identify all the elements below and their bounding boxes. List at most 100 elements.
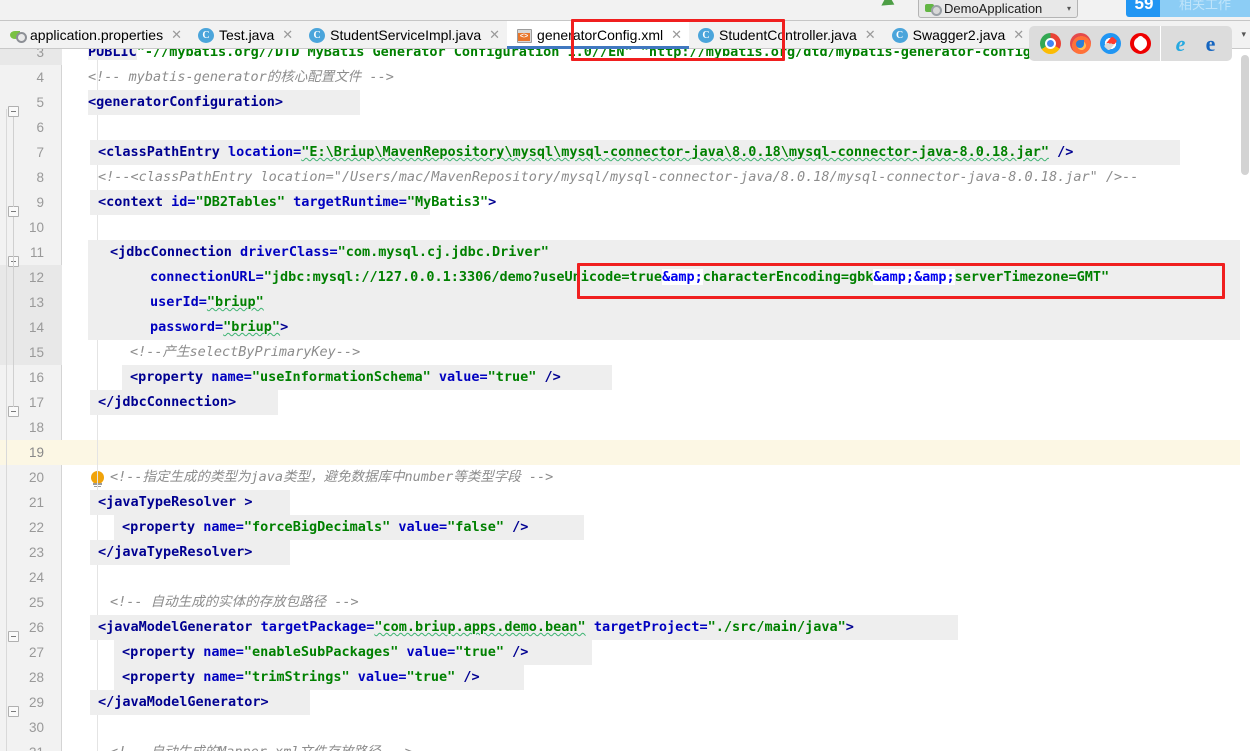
tab-test-java[interactable]: C Test.java ✕ [189,21,300,49]
run-config-label: DemoApplication [944,1,1043,16]
code-token: password= [150,319,224,335]
code-token: name= [203,669,244,685]
code-token: <javaTypeResolver [98,494,245,510]
code-token: "forceBigDecimals" [243,519,391,535]
line-number: 3 [36,49,44,60]
open-in-browser-toolbar[interactable]: e e [1029,26,1232,61]
fold-marker-line-29[interactable] [8,706,19,717]
code-token: "enableSubPackages" [243,644,399,660]
code-token: "briup" [223,319,281,335]
code-line-27: <property name="enableSubPackages" value… [88,640,1250,665]
code-token: <property [122,519,204,535]
chrome-icon[interactable] [1040,33,1061,54]
code-token: <!-- 自动生成的实体的存放包路径 --> [110,594,359,610]
code-token: "MyBatis3" [406,194,489,210]
code-token: value= [390,519,448,535]
code-token: <jdbcConnection [110,244,241,260]
notification-badge[interactable]: 59 [1126,0,1162,17]
tab-student-service-impl-java[interactable]: C StudentServiceImpl.java ✕ [300,21,507,49]
opera-icon[interactable] [1130,33,1151,54]
code-token: /> [536,369,561,385]
edge-icon[interactable]: e [1200,33,1221,55]
code-line-13: userId="briup" [88,290,1250,315]
code-token: <classPathEntry [98,144,229,160]
tab-close-icon[interactable]: ✕ [865,27,876,43]
line-number: 4 [36,70,44,85]
code-token: <!-- 自动生成的Mapper.xml文件存放路径 --> [110,744,413,751]
code-line-9: <context id="DB2Tables" targetRuntime="M… [88,190,1250,215]
gutter-divider [6,109,7,751]
idea-editor-window: DemoApplication ▾ 59 相关工作 application.pr… [0,0,1250,751]
code-token: "useInformationSchema" [251,369,431,385]
code-line-5: <generatorConfiguration> [88,90,1250,115]
tab-overflow-chevron-icon[interactable]: ▾ [1241,21,1250,48]
code-entity-token: &amp; [914,269,955,285]
fold-marker-line-26[interactable] [8,631,19,642]
toolbar-pill-label[interactable]: 相关工作 [1160,0,1250,17]
code-token: targetRuntime= [284,194,407,210]
code-token: > [488,194,497,210]
tab-close-icon[interactable]: ✕ [171,27,182,43]
tab-label: StudentServiceImpl.java [330,27,482,43]
tab-label: StudentController.java [719,27,857,43]
run-config-icon [925,1,942,16]
code-token: <!--指定生成的类型为java类型，避免数据库中number等类型字段 --> [110,469,554,485]
java-class-icon: C [698,27,714,43]
safari-icon[interactable] [1100,33,1121,54]
fold-marker-line-17[interactable] [8,406,19,417]
run-configuration-selector[interactable]: DemoApplication ▾ [918,0,1078,18]
fold-marker-line-9[interactable] [8,206,19,217]
code-line-28: <property name="trimStrings" value="true… [88,665,1250,690]
tab-generator-config-xml[interactable]: generatorConfig.xml ✕ [507,21,689,49]
code-token: "false" [447,519,505,535]
fold-guide-line [13,217,14,407]
code-token: "true" [455,644,505,660]
code-token: <property [130,369,212,385]
vertical-scrollbar[interactable] [1240,49,1250,751]
code-token: > [280,319,289,335]
code-token: <property [122,669,204,685]
fold-marker-line-5[interactable] [8,106,19,117]
code-line-11: <jdbcConnection driverClass="com.mysql.c… [88,240,1250,265]
vertical-scrollbar-thumb[interactable] [1241,55,1249,175]
code-editor[interactable]: 3 4 5 6 7 8 9 10 11 12 13 14 15 16 17 18 19 20 21 22 23 24 25 2… [0,49,1250,751]
code-token: value= [349,669,407,685]
code-token: id= [171,194,196,210]
code-token: </javaTypeResolver> [98,544,253,560]
tab-close-icon[interactable]: ✕ [489,27,500,43]
tab-close-icon[interactable]: ✕ [282,27,293,43]
tab-close-icon[interactable]: ✕ [671,27,682,43]
code-entity-token: &amp; [662,269,703,285]
code-line-25: <!-- 自动生成的实体的存放包路径 --> [88,590,1250,615]
tab-student-controller-java[interactable]: C StudentController.java ✕ [689,21,883,49]
code-token: <generatorConfiguration> [88,94,284,110]
code-token: "com.mysql.cj.jdbc.Driver" [337,244,549,260]
code-token: serverTimezone=GMT" [954,269,1110,285]
code-token: value= [398,644,456,660]
xml-file-icon [516,27,533,43]
internet-explorer-icon[interactable]: e [1170,33,1191,55]
code-token: "true" [487,369,537,385]
code-token: <javaModelGenerator [98,619,261,635]
properties-file-icon [9,27,27,43]
code-token: driverClass= [240,244,338,260]
code-folding-strip [63,49,88,751]
run-button-icon[interactable] [881,0,898,11]
code-token: "briup" [206,294,264,310]
code-token: <!--<classPathEntry location="/Users/mac… [98,169,1139,185]
tab-application-properties[interactable]: application.properties ✕ [0,21,189,49]
tab-close-icon[interactable]: ✕ [1013,27,1024,43]
chevron-down-icon[interactable]: ▾ [1067,2,1071,16]
code-token: targetPackage= [260,619,375,635]
code-token: location= [228,144,302,160]
firefox-icon[interactable] [1070,33,1091,54]
code-text-area[interactable]: PUBLIC"-//mybatis.org//DTD MyBatis Gener… [88,49,1250,751]
code-token: "com.briup.apps.demo.bean" [374,619,586,635]
tab-swagger2-java[interactable]: C Swagger2.java ✕ [883,21,1032,49]
code-token: value= [430,369,488,385]
tab-label: Test.java [219,27,275,43]
code-token: "DB2Tables" [195,194,285,210]
code-token: characterEncoding=gbk [702,269,874,285]
code-line-29: </javaModelGenerator> [88,690,1250,715]
code-line-16: <property name="useInformationSchema" va… [88,365,1250,390]
